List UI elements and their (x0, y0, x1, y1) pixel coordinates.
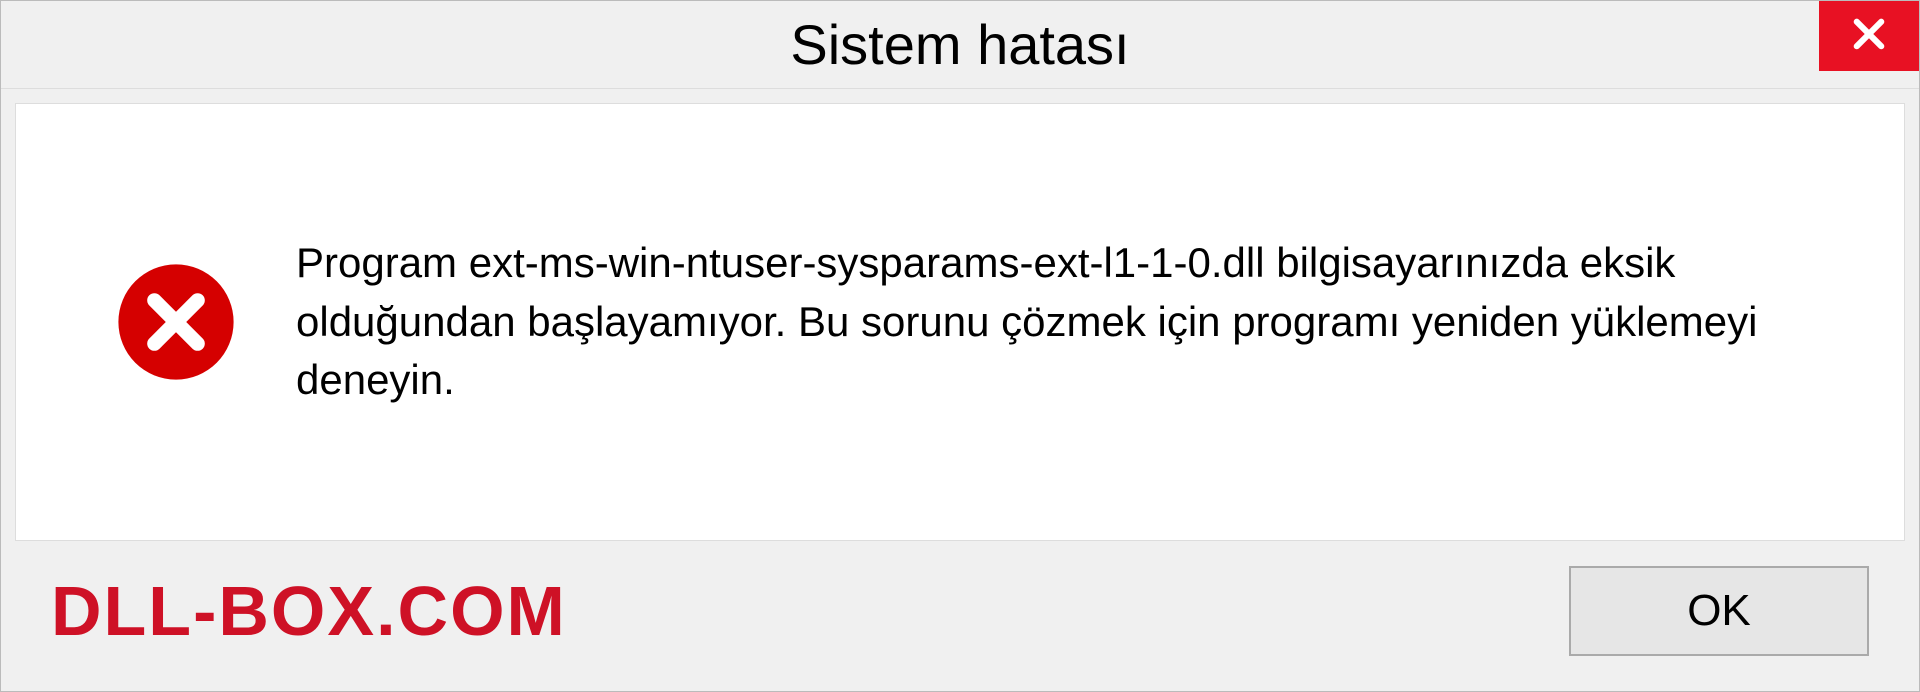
error-icon (116, 262, 236, 382)
error-message: Program ext-ms-win-ntuser-sysparams-ext-… (296, 234, 1824, 410)
close-icon (1848, 13, 1890, 60)
titlebar: Sistem hatası (1, 1, 1919, 89)
close-button[interactable] (1819, 1, 1919, 71)
dialog-content: Program ext-ms-win-ntuser-sysparams-ext-… (15, 103, 1905, 541)
ok-button-label: OK (1687, 586, 1751, 636)
dialog-footer: DLL-BOX.COM OK (1, 541, 1919, 691)
watermark-text: DLL-BOX.COM (51, 571, 567, 651)
dialog-title: Sistem hatası (790, 12, 1129, 77)
ok-button[interactable]: OK (1569, 566, 1869, 656)
error-dialog: Sistem hatası Program ext-ms-win-ntuser-… (0, 0, 1920, 692)
